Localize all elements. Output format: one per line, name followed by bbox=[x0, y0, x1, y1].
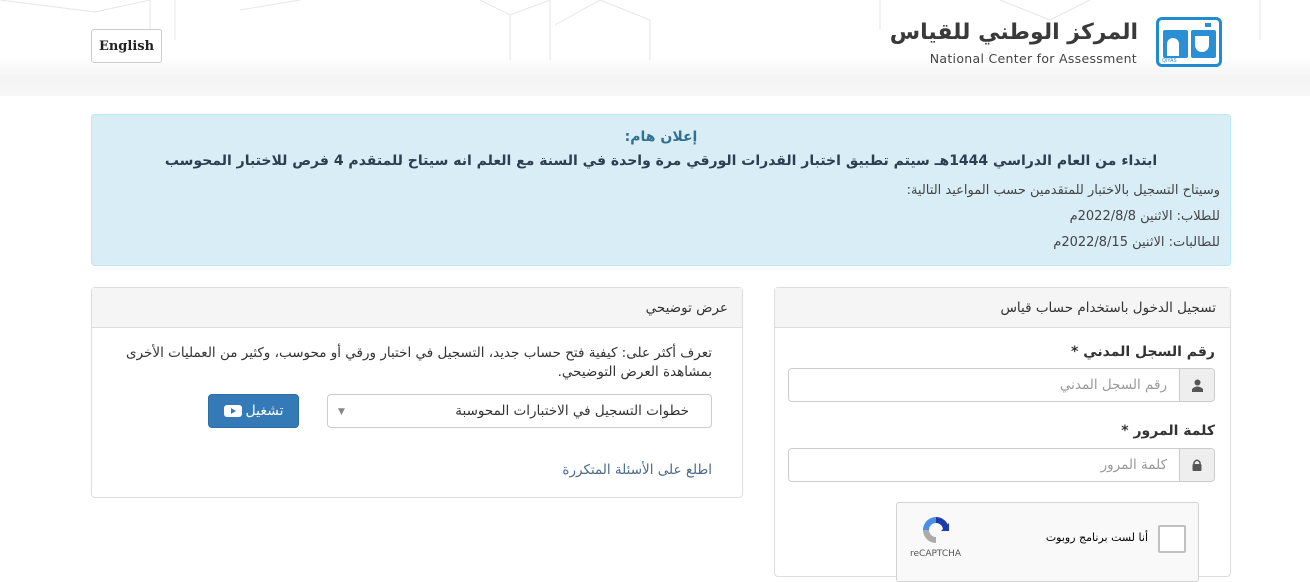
play-button-label: تشغيل bbox=[245, 403, 284, 419]
recaptcha-checkbox[interactable] bbox=[1158, 525, 1186, 553]
header-background-pattern bbox=[0, 0, 1261, 60]
recaptcha-label: أنا لست برنامج روبوت bbox=[1045, 531, 1148, 544]
demo-select-value: خطوات التسجيل في الاختبارات المحوسبة bbox=[455, 403, 689, 419]
password-group bbox=[788, 448, 1215, 482]
site-header: English المركز الوطني للقياس National Ce… bbox=[0, 0, 1310, 96]
play-demo-button[interactable]: تشغيل bbox=[208, 394, 299, 428]
announcement-line: وسيتاح التسجيل بالاختبار للمتقدمين حسب ا… bbox=[906, 183, 1220, 198]
demo-panel: عرض توضيحي تعرف أكثر على: كيفية فتح حساب… bbox=[91, 287, 743, 498]
password-label: كلمة المرور * bbox=[1121, 423, 1215, 439]
login-panel: تسجيل الدخول باستخدام حساب قياس رقم السج… bbox=[774, 287, 1231, 582]
national-id-group bbox=[788, 368, 1215, 402]
youtube-play-icon bbox=[223, 405, 242, 417]
demo-description: تعرف أكثر على: كيفية فتح حساب جديد، التس… bbox=[126, 345, 712, 380]
recaptcha-widget: أنا لست برنامج روبوت reCAPTCHA bbox=[896, 502, 1199, 582]
language-toggle-button[interactable]: English bbox=[91, 29, 162, 63]
recaptcha-logo-icon bbox=[923, 517, 949, 543]
caret-down-icon: ▼ bbox=[338, 407, 345, 417]
password-input[interactable] bbox=[789, 449, 1179, 481]
national-id-input[interactable] bbox=[789, 369, 1179, 401]
demo-panel-title: عرض توضيحي bbox=[92, 288, 742, 328]
user-icon bbox=[1179, 369, 1214, 401]
announcement-line: للطلاب: الاثنين 2022/8/8م bbox=[1069, 209, 1220, 224]
logo-english-text: National Center for Assessment bbox=[929, 51, 1137, 66]
announcement-alert: إعلان هام: ابتداء من العام الدراسي 1444ه… bbox=[91, 114, 1231, 266]
announcement-title: إعلان هام: bbox=[624, 129, 698, 145]
national-id-label: رقم السجل المدني * bbox=[1071, 344, 1215, 360]
login-panel-title: تسجيل الدخول باستخدام حساب قياس bbox=[775, 288, 1230, 328]
logo-arabic-text: المركز الوطني للقياس bbox=[889, 20, 1139, 45]
faq-link[interactable]: اطلع على الأسئلة المتكررة bbox=[562, 462, 712, 478]
qiyas-logo-icon: QIYAS bbox=[1156, 17, 1222, 67]
announcement-line: للطالبات: الاثنين 2022/8/15م bbox=[1053, 235, 1220, 250]
demo-video-select[interactable]: خطوات التسجيل في الاختبارات المحوسبة ▼ bbox=[327, 394, 712, 428]
announcement-headline: ابتداء من العام الدراسي 1444هـ سيتم تطبي… bbox=[164, 153, 1158, 169]
logo-caption: QIYAS bbox=[1162, 58, 1177, 64]
lock-icon bbox=[1179, 449, 1214, 481]
